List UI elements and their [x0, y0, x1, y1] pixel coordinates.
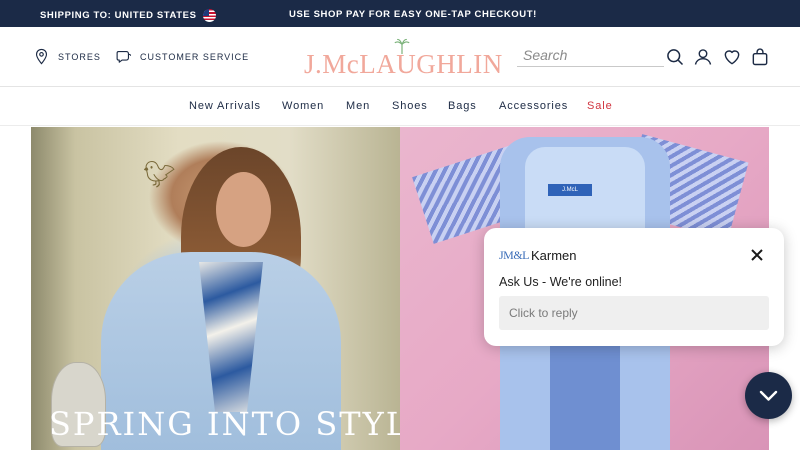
- nav-new-arrivals[interactable]: New Arrivals: [189, 100, 261, 112]
- chat-reply-input[interactable]: [499, 296, 769, 330]
- chat-message: Ask Us - We're online!: [499, 275, 623, 289]
- close-icon[interactable]: [749, 247, 765, 263]
- hero-image-women[interactable]: 🐦︎ SPRING INTO STYLE: [31, 127, 400, 450]
- model-face: [216, 172, 271, 247]
- brand-logo[interactable]: J.McLAUGHLIN: [304, 38, 502, 80]
- hero-title: SPRING INTO STYLE: [49, 405, 400, 443]
- nav-shoes[interactable]: Shoes: [392, 100, 428, 112]
- nav-women[interactable]: Women: [282, 100, 324, 112]
- nav-sale[interactable]: Sale: [587, 100, 613, 112]
- search-icon[interactable]: [665, 47, 685, 67]
- chat-toggle-button[interactable]: [745, 372, 792, 419]
- chat-popup: JM&L Karmen Ask Us - We're online!: [484, 228, 784, 346]
- cart-bag-icon[interactable]: [750, 47, 770, 67]
- chat-brand-monogram: JM&L: [499, 248, 530, 262]
- chevron-down-icon: [759, 390, 778, 401]
- search-input[interactable]: [517, 43, 664, 67]
- customer-service-label: CUSTOMER SERVICE: [140, 51, 250, 62]
- shirt-label-tag: J.McL: [548, 184, 592, 196]
- nav-bags[interactable]: Bags: [448, 100, 477, 112]
- location-pin-icon: [35, 48, 48, 65]
- promo-bar: SHIPPING TO: UNITED STATES USE SHOP PAY …: [0, 0, 800, 27]
- stores-link[interactable]: STORES: [33, 48, 101, 65]
- customer-service-link[interactable]: CUSTOMER SERVICE: [115, 48, 249, 65]
- stores-label: STORES: [58, 51, 101, 62]
- shipping-selector[interactable]: SHIPPING TO: UNITED STATES: [40, 9, 216, 22]
- nav-accessories[interactable]: Accessories: [499, 100, 568, 112]
- wishlist-heart-icon[interactable]: [722, 47, 742, 67]
- site-header: STORES CUSTOMER SERVICE J.McLAUGHLIN: [0, 27, 800, 87]
- nav-men[interactable]: Men: [346, 100, 370, 112]
- us-flag-icon[interactable]: [202, 9, 216, 22]
- shop-pay-message: USE SHOP PAY FOR EASY ONE-TAP CHECKOUT!: [289, 9, 537, 20]
- bird-wallpaper-icon: 🐦︎: [143, 159, 177, 189]
- chat-agent-name: Karmen: [531, 248, 577, 263]
- shipping-text[interactable]: SHIPPING TO: UNITED STATES: [40, 10, 197, 21]
- chat-bubble-icon: [116, 50, 132, 63]
- account-icon[interactable]: [693, 47, 713, 67]
- palm-tree-icon: [394, 38, 410, 54]
- main-navigation: New Arrivals Women Men Shoes Bags Access…: [0, 88, 800, 126]
